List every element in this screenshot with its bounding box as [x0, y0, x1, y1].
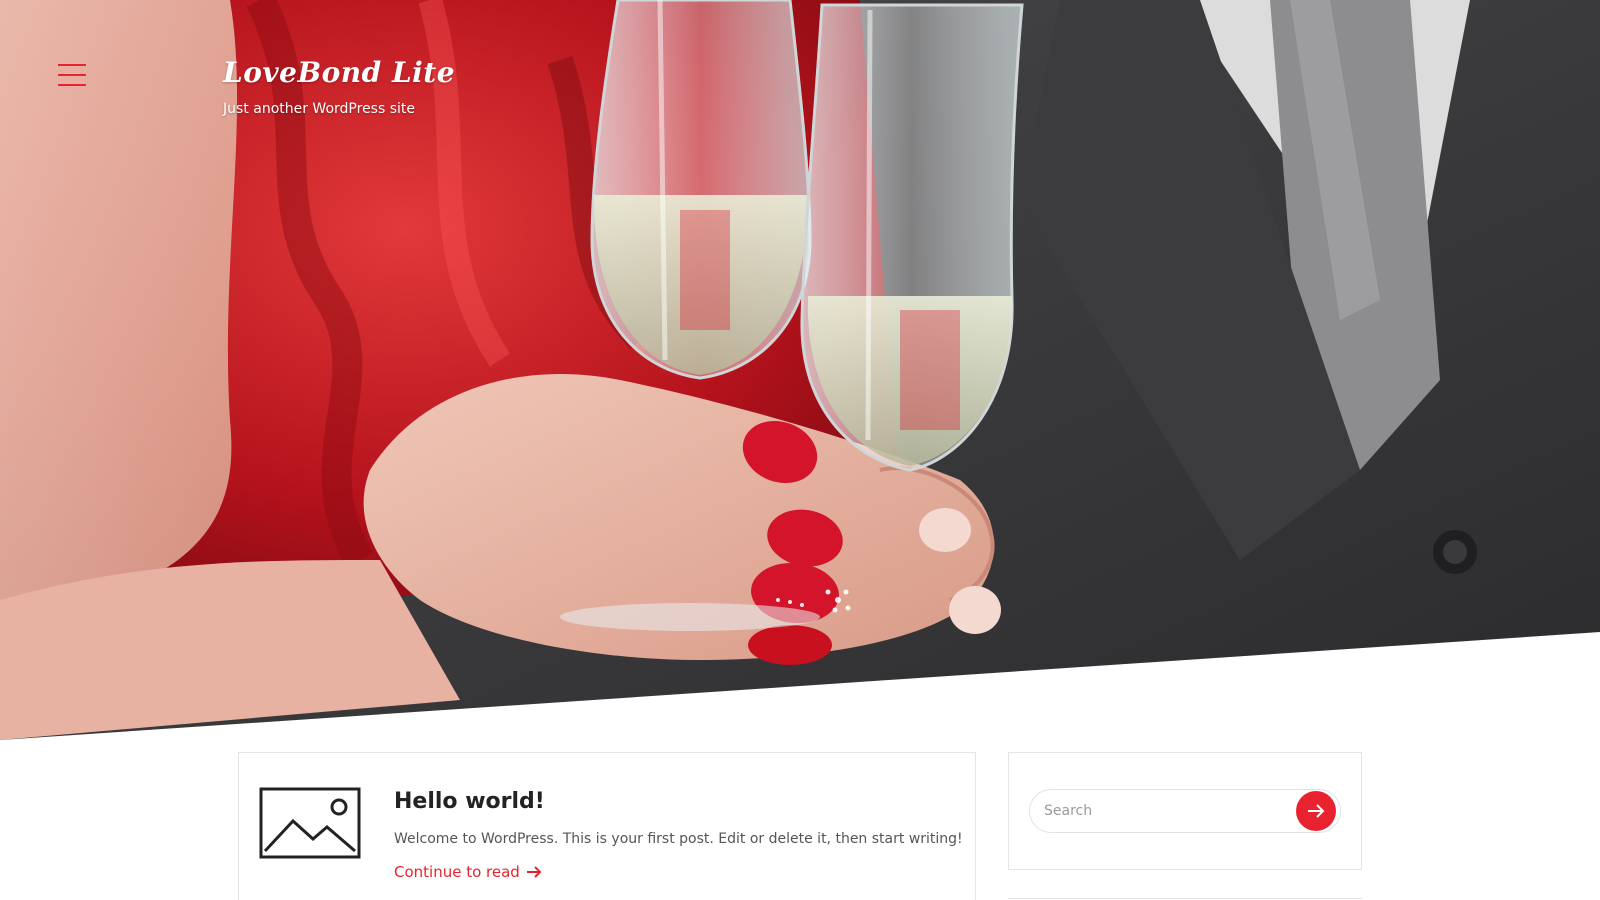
image-placeholder-icon: [259, 787, 361, 859]
search-submit-button[interactable]: [1296, 791, 1336, 831]
menu-toggle-button[interactable]: [58, 62, 88, 88]
arrow-right-icon: [1308, 804, 1325, 818]
post-excerpt: Welcome to WordPress. This is your first…: [394, 831, 963, 847]
continue-reading-label: Continue to read: [394, 863, 520, 881]
site-description: Just another WordPress site: [223, 101, 416, 117]
search-widget: [1008, 752, 1362, 870]
arrow-right-icon: [526, 866, 542, 878]
hamburger-icon: [58, 64, 86, 66]
site-title-link[interactable]: LoveBond Lite: [223, 56, 455, 89]
post-card: Hello world! Welcome to WordPress. This …: [238, 752, 976, 900]
continue-reading-link[interactable]: Continue to read: [394, 863, 542, 881]
search-input[interactable]: [1030, 790, 1290, 832]
post-title-link[interactable]: Hello world!: [394, 789, 545, 814]
search-form: [1029, 789, 1341, 833]
site-branding: LoveBond Lite Just another WordPress sit…: [223, 56, 455, 117]
hero-header: LoveBond Lite Just another WordPress sit…: [0, 0, 1600, 740]
